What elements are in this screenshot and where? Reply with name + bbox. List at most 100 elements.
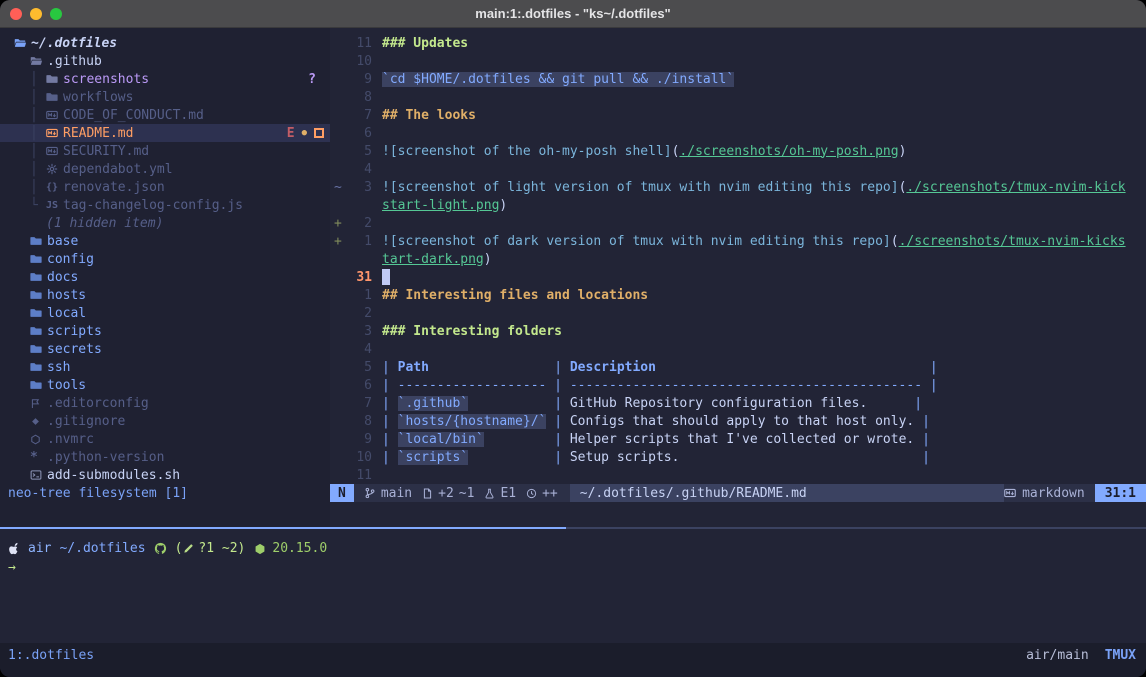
tree-item-local[interactable]: local (0, 304, 330, 322)
tree-item-workflows[interactable]: │workflows (0, 88, 330, 106)
tree-item-editorconfig[interactable]: .editorconfig (0, 394, 330, 412)
line-number: 6 (344, 378, 372, 393)
folder-icon (46, 73, 63, 85)
gutter-sign: + (330, 216, 344, 231)
gear-icon (46, 163, 63, 175)
folder-icon (30, 235, 47, 247)
editor-line-10[interactable]: 10 (330, 52, 1146, 70)
node-version: 20.15.0 (272, 541, 327, 556)
editor-line-6[interactable]: 6 (330, 124, 1146, 142)
tmux-label: TMUX (1105, 646, 1136, 665)
tree-item-nvmrc[interactable]: .nvmrc (0, 430, 330, 448)
git-status-segment: (?1 ~2) (175, 541, 246, 556)
line-number: 2 (344, 306, 372, 321)
tmux-window-tab[interactable]: 1:.dotfiles (8, 646, 94, 665)
line-number: 7 (344, 396, 372, 411)
md-icon (46, 127, 63, 139)
nvim-pane: ~/.dotfiles.github│screenshots?│workflow… (0, 28, 1146, 527)
editor-line-1[interactable]: +1![screenshot of dark version of tmux w… (330, 232, 1146, 250)
tree-item-label: dependabot.yml (63, 162, 173, 177)
tmux-host-session: air/main (1026, 646, 1089, 665)
tree-item-docs[interactable]: docs (0, 268, 330, 286)
tree-item-ssh[interactable]: ssh (0, 358, 330, 376)
apple-icon (8, 542, 21, 555)
editor-line-2[interactable]: 2 (330, 304, 1146, 322)
line-number: 11 (344, 468, 372, 483)
tree-item-renovate-json[interactable]: │{}renovate.json (0, 178, 330, 196)
editor-line-2[interactable]: +2 (330, 214, 1146, 232)
editor-line-4[interactable]: 4 (330, 160, 1146, 178)
tmux-status-bar: 1:.dotfiles air/main TMUX (0, 643, 1146, 677)
editor-line-5[interactable]: 5| Path | Description | (330, 358, 1146, 376)
tree-item-label: tag-changelog-config.js (63, 198, 243, 213)
editor-line-8[interactable]: 8 (330, 88, 1146, 106)
editor-line-9[interactable]: 9| `local/bin` | Helper scripts that I'v… (330, 430, 1146, 448)
window-title: main:1:.dotfiles - "ks~/.dotfiles" (0, 6, 1146, 21)
tree-guide: └ (30, 198, 46, 213)
editor-line-3[interactable]: 3### Interesting folders (330, 322, 1146, 340)
js-icon: JS (46, 200, 63, 211)
editor-line-6[interactable]: 6| ------------------- | ---------------… (330, 376, 1146, 394)
neo-tree-status: neo-tree filesystem [1] (0, 484, 330, 502)
folder-icon (30, 325, 47, 337)
tree-item-1-hidden-item[interactable]: (1 hidden item) (0, 214, 330, 232)
tree-item-secrets[interactable]: secrets (0, 340, 330, 358)
editor-line-11[interactable]: 11### Updates (330, 34, 1146, 52)
git-branch-icon (364, 487, 376, 499)
editor-line-wrap[interactable]: tart-dark.png) (330, 250, 1146, 268)
line-text: | `local/bin` | Helper scripts that I've… (382, 432, 930, 447)
gutter-sign: ~ (330, 180, 344, 195)
editor-line-3[interactable]: ~3![screenshot of light version of tmux … (330, 178, 1146, 196)
tree-item-dotfiles[interactable]: ~/.dotfiles (0, 34, 330, 52)
folder-icon (30, 361, 47, 373)
editor[interactable]: 11### Updates109`cd $HOME/.dotfiles && g… (330, 28, 1146, 527)
tree-item-label: SECURITY.md (63, 144, 149, 159)
editor-line-10[interactable]: 10| `scripts` | Setup scripts. | (330, 448, 1146, 466)
tree-item-scripts[interactable]: scripts (0, 322, 330, 340)
tree-item-github[interactable]: .github (0, 52, 330, 70)
tree-item-python-version[interactable]: *.python-version (0, 448, 330, 466)
buffer-file-icon (422, 488, 433, 499)
line-text: | `hosts/{hostname}/` | Configs that sho… (382, 414, 930, 429)
editor-line-31[interactable]: 31 (330, 268, 1146, 286)
tree-item-tools[interactable]: tools (0, 376, 330, 394)
editor-line-7[interactable]: 7## The looks (330, 106, 1146, 124)
editor-line-4[interactable]: 4 (330, 340, 1146, 358)
editor-line-11[interactable]: 11 (330, 466, 1146, 484)
tree-item-base[interactable]: base (0, 232, 330, 250)
tree-item-label: ~/.dotfiles (31, 36, 117, 51)
tree-item-hosts[interactable]: hosts (0, 286, 330, 304)
tree-item-config[interactable]: config (0, 250, 330, 268)
window-controls (0, 8, 62, 20)
editor-line-1[interactable]: 1## Interesting files and locations (330, 286, 1146, 304)
tree-guide: │ (30, 162, 46, 177)
tree-item-security-md[interactable]: │SECURITY.md (0, 142, 330, 160)
zoom-button[interactable] (50, 8, 62, 20)
tree-item-tag-changelog-config-js[interactable]: └JStag-changelog-config.js (0, 196, 330, 214)
line-text: start-light.png) (382, 198, 507, 213)
editor-line-5[interactable]: 5![screenshot of the oh-my-posh shell](.… (330, 142, 1146, 160)
neo-tree-sidebar[interactable]: ~/.dotfiles.github│screenshots?│workflow… (0, 28, 330, 527)
editor-line-7[interactable]: 7| `.github` | GitHub Repository configu… (330, 394, 1146, 412)
line-text: ## Interesting files and locations (382, 288, 648, 303)
tree-item-dependabot-yml[interactable]: │ dependabot.yml (0, 160, 330, 178)
close-button[interactable] (10, 8, 22, 20)
folder-icon (30, 289, 47, 301)
editor-line-9[interactable]: 9`cd $HOME/.dotfiles && git pull && ./in… (330, 70, 1146, 88)
tree-item-code-of-conduct-md[interactable]: │CODE_OF_CONDUCT.md (0, 106, 330, 124)
tree-item-readme-md[interactable]: │README.mdE● (0, 124, 330, 142)
line-text: tart-dark.png) (382, 252, 492, 267)
tree-item-screenshots[interactable]: │screenshots? (0, 70, 330, 88)
editor-line-8[interactable]: 8| `hosts/{hostname}/` | Configs that sh… (330, 412, 1146, 430)
line-text: ### Updates (382, 36, 468, 51)
cursor-position: 31:1 (1095, 484, 1146, 502)
minimize-button[interactable] (30, 8, 42, 20)
tree-item-gitignore[interactable]: .gitignore (0, 412, 330, 430)
folder-icon (30, 271, 47, 283)
editor-line-wrap[interactable]: start-light.png) (330, 196, 1146, 214)
braces-icon: {} (46, 182, 63, 193)
tree-guide: │ (30, 90, 46, 105)
prompt-arrow[interactable]: → (8, 560, 16, 575)
tree-item-add-submodules-sh[interactable]: add-submodules.sh (0, 466, 330, 484)
shell-pane[interactable]: air ~/.dotfiles (?1 ~2) 20.15.0 → (0, 529, 1146, 643)
